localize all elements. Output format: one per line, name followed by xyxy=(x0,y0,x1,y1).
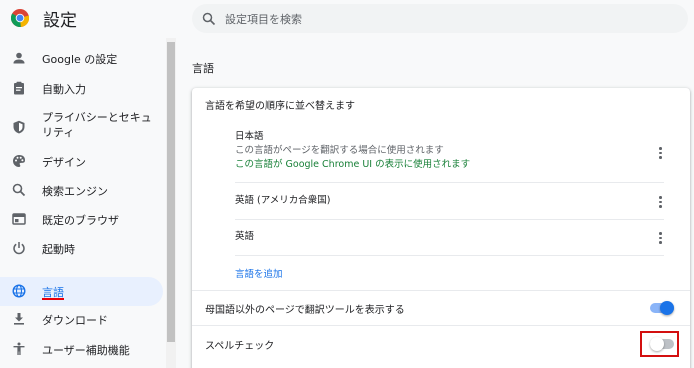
sidebar-item-label: 起動時 xyxy=(42,243,75,256)
chrome-logo-icon xyxy=(11,9,29,27)
more-options-icon[interactable] xyxy=(654,195,666,209)
globe-icon xyxy=(12,284,26,298)
search-input[interactable]: 設定項目を検索 xyxy=(192,4,688,33)
language-name: 日本語 xyxy=(235,131,264,142)
row-divider xyxy=(235,182,664,183)
add-language-link[interactable]: 言語を追加 xyxy=(235,266,283,280)
search-icon xyxy=(12,183,26,197)
sidebar-item-privacy[interactable]: プライバシーとセキュリティ xyxy=(0,108,163,146)
sidebar-item-downloads[interactable]: ダウンロード xyxy=(0,305,163,334)
sidebar-item-appearance[interactable]: デザイン xyxy=(0,147,163,176)
toggle-knob xyxy=(660,301,674,315)
language-ui-note: この言語が Google Chrome UI の表示に使用されます xyxy=(235,159,471,170)
sidebar-item-on-startup[interactable]: 起動時 xyxy=(0,234,163,263)
sidebar-item-autofill[interactable]: 自動入力 xyxy=(0,74,163,103)
sidebar-item-accessibility[interactable]: ユーザー補助機能 xyxy=(0,335,163,364)
red-underline-annotation xyxy=(42,298,64,300)
accessibility-icon xyxy=(13,342,25,355)
power-icon xyxy=(13,242,25,255)
palette-icon xyxy=(13,155,25,167)
language-name: 英語 xyxy=(235,231,255,242)
sidebar-item-label: 既定のブラウザ xyxy=(42,214,119,227)
header: 設定 設定項目を検索 xyxy=(0,0,694,38)
sidebar-scrollbar-thumb[interactable] xyxy=(167,42,175,342)
language-translate-note: この言語がページを翻訳する場合に使用されます xyxy=(235,145,444,156)
search-icon xyxy=(202,12,216,26)
section-title: 言語 xyxy=(192,62,214,75)
sidebar-item-label: ユーザー補助機能 xyxy=(42,344,130,357)
language-row-english-us: 英語 (アメリカ合衆国) xyxy=(235,194,664,208)
download-icon xyxy=(14,313,24,325)
translate-setting-label: 母国語以外のページで翻訳ツールを表示する xyxy=(205,305,405,316)
search-placeholder: 設定項目を検索 xyxy=(225,13,302,26)
sidebar-item-label: 検索エンジン xyxy=(42,185,108,198)
sidebar-item-label: ダウンロード xyxy=(42,314,108,327)
language-row-japanese: 日本語 この言語がページを翻訳する場合に使用されます この言語が Google … xyxy=(235,130,664,172)
clipboard-icon xyxy=(14,81,24,95)
language-name: 英語 (アメリカ合衆国) xyxy=(235,195,331,206)
languages-card: 言語を希望の順序に並べ替えます 日本語 この言語がページを翻訳する場合に使用され… xyxy=(192,88,690,368)
browser-icon xyxy=(12,213,26,225)
row-divider xyxy=(235,255,664,256)
shield-icon xyxy=(13,120,25,134)
person-icon xyxy=(13,52,25,64)
row-divider xyxy=(235,219,664,220)
language-row-english: 英語 xyxy=(235,230,664,244)
sidebar-item-label: Google の設定 xyxy=(42,53,118,66)
sidebar-item-label: プライバシーとセキュリティ xyxy=(42,111,152,139)
more-options-icon[interactable] xyxy=(654,146,666,160)
more-options-icon[interactable] xyxy=(654,231,666,245)
spellcheck-setting-label: スペルチェック xyxy=(205,341,275,352)
sidebar-item-label: 自動入力 xyxy=(42,83,86,96)
red-highlight-annotation xyxy=(640,331,679,357)
sidebar-item-google[interactable]: Google の設定 xyxy=(0,44,163,73)
sidebar: Google の設定 自動入力 プライバシーとセキュリティ デザイン 検索エンジ… xyxy=(0,38,176,368)
translate-toggle[interactable] xyxy=(650,301,674,315)
sidebar-item-default-browser[interactable]: 既定のブラウザ xyxy=(0,205,163,234)
card-divider xyxy=(192,290,690,291)
language-order-heading: 言語を希望の順序に並べ替えます xyxy=(205,101,355,112)
sidebar-item-label: デザイン xyxy=(42,156,86,169)
card-divider xyxy=(192,325,690,326)
sidebar-item-languages[interactable]: 言語 xyxy=(0,277,163,306)
page-title: 設定 xyxy=(43,11,77,31)
sidebar-item-search-engine[interactable]: 検索エンジン xyxy=(0,176,163,205)
